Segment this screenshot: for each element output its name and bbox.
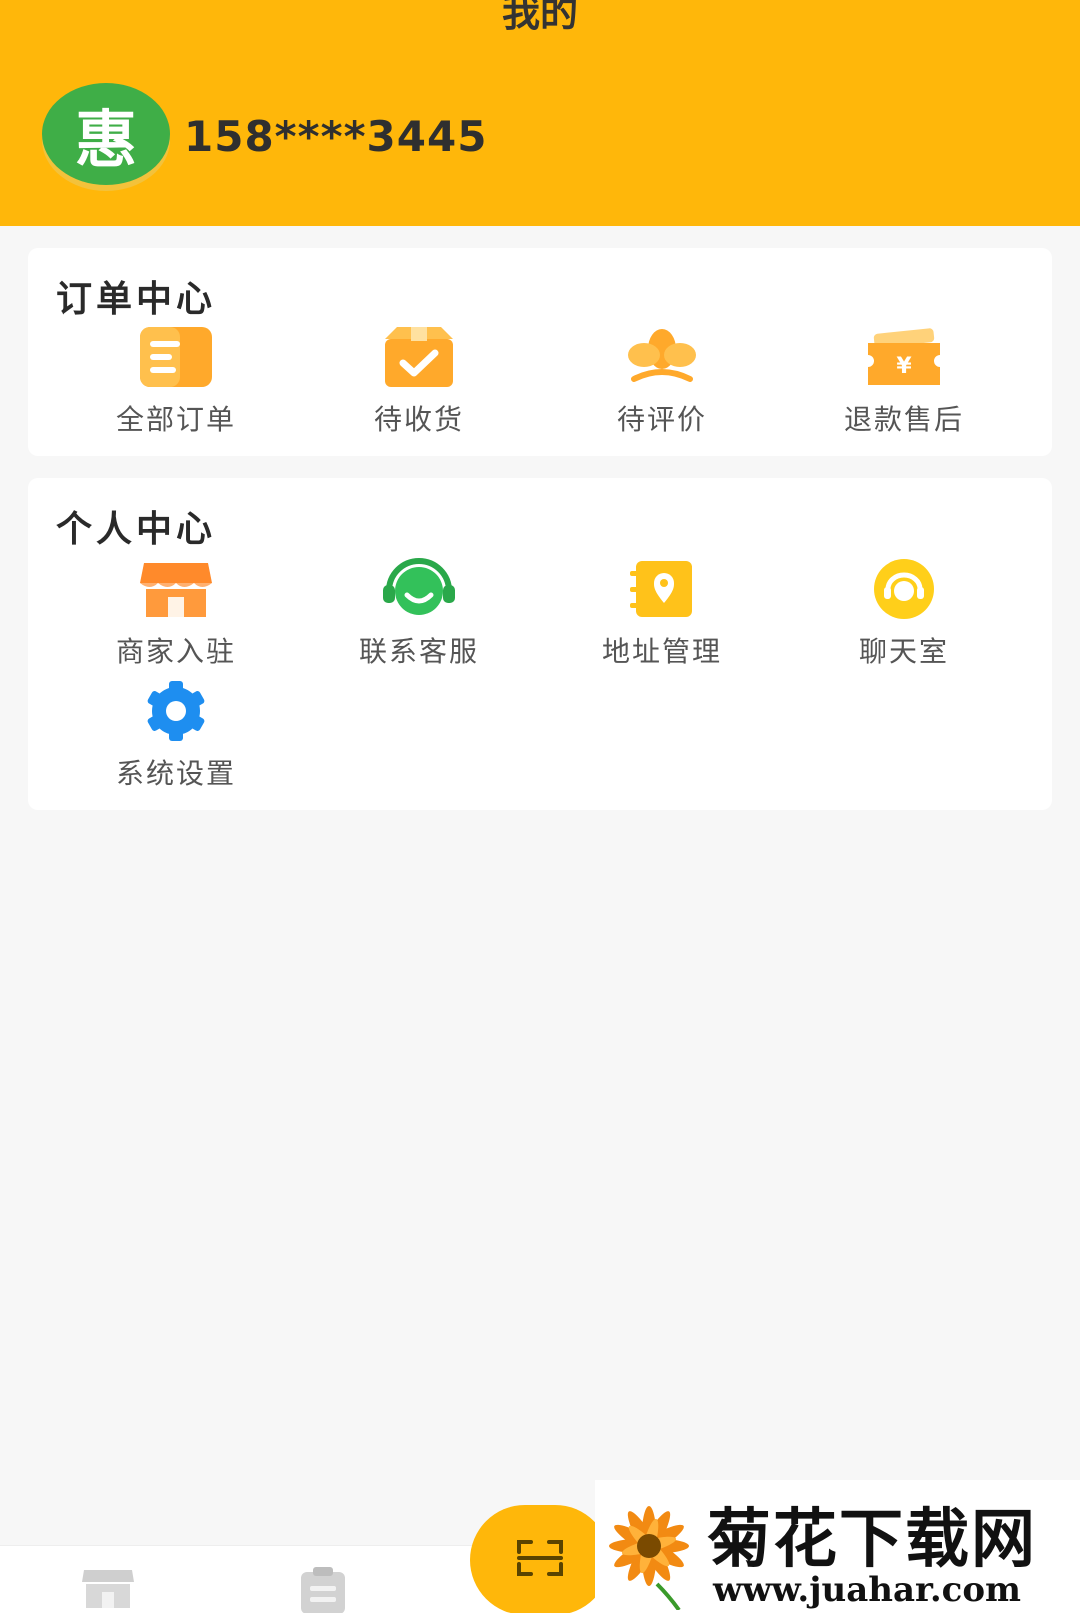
pending-review-button[interactable]: 待评价	[552, 322, 772, 438]
scan-icon	[515, 1538, 565, 1582]
chrysanthemum-logo-icon	[597, 1492, 701, 1613]
scan-button[interactable]	[470, 1505, 610, 1613]
order-center-card: 订单中心 全部订单 待收货 待评价 ¥ 退款售后	[28, 248, 1052, 456]
pending-review-label: 待评价	[616, 403, 707, 436]
order-center-title: 订单中心	[56, 279, 217, 320]
storefront-icon	[134, 554, 218, 624]
profile-header: 我的 惠 158****3445	[0, 0, 1080, 226]
package-check-icon	[377, 322, 461, 392]
address-book-icon	[620, 554, 704, 624]
system-settings-label: 系统设置	[115, 757, 236, 790]
headset-service-icon	[377, 554, 461, 624]
contact-service-label: 联系客服	[358, 635, 479, 668]
address-management-label: 地址管理	[601, 635, 722, 668]
flower-rate-icon	[620, 322, 704, 392]
watermark-title: 菊花下载网	[707, 1503, 1037, 1577]
all-orders-button[interactable]: 全部订单	[66, 322, 286, 438]
pending-receipt-label: 待收货	[373, 403, 464, 436]
pending-receipt-button[interactable]: 待收货	[309, 322, 529, 438]
refund-aftersale-button[interactable]: ¥ 退款售后	[794, 322, 1014, 438]
merchant-join-button[interactable]: 商家入驻	[66, 554, 286, 670]
order-list-icon	[134, 322, 218, 392]
page-title: 我的	[501, 0, 578, 35]
refund-ticket-icon: ¥	[862, 322, 946, 392]
chat-room-icon	[862, 554, 946, 624]
chat-room-label: 聊天室	[858, 635, 949, 668]
gear-icon	[134, 676, 218, 746]
user-phone: 158****3445	[184, 112, 488, 161]
watermark-url: www.juahar.com	[713, 1570, 1022, 1610]
shop-tab-icon[interactable]	[80, 1566, 136, 1613]
address-management-button[interactable]: 地址管理	[552, 554, 772, 670]
personal-center-title: 个人中心	[56, 509, 217, 550]
watermark: 菊花下载网 www.juahar.com	[595, 1480, 1080, 1613]
contact-service-button[interactable]: 联系客服	[309, 554, 529, 670]
personal-center-card: 个人中心 商家入驻 联系客服 地址管理 聊天室 系统设置	[28, 478, 1052, 810]
system-settings-button[interactable]: 系统设置	[66, 676, 286, 792]
svg-text:¥: ¥	[896, 354, 912, 379]
chat-room-button[interactable]: 聊天室	[794, 554, 1014, 670]
orders-tab-icon[interactable]	[298, 1566, 348, 1613]
refund-aftersale-label: 退款售后	[843, 403, 964, 436]
avatar[interactable]: 惠	[42, 83, 170, 185]
merchant-join-label: 商家入驻	[115, 635, 236, 668]
all-orders-label: 全部订单	[115, 403, 236, 436]
